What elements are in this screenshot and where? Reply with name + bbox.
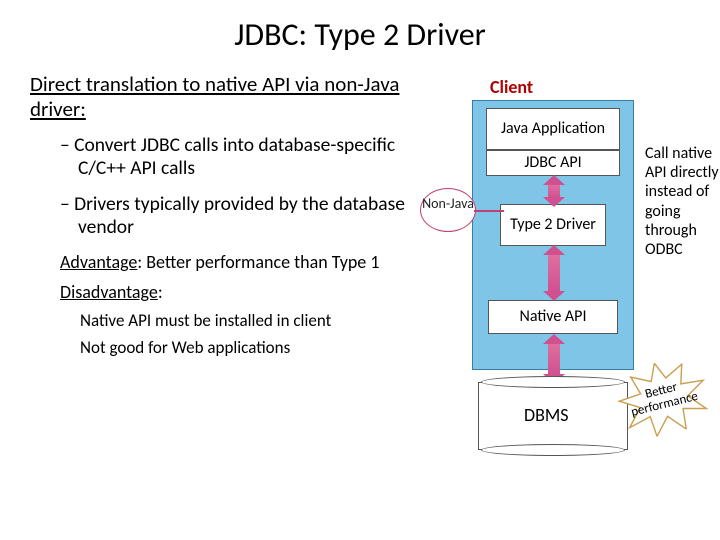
dbms-label: DBMS <box>524 404 569 426</box>
advantage-text: : Better performance than Type 1 <box>137 251 379 273</box>
slide-title: JDBC: Type 2 Driver <box>30 15 690 54</box>
type2-driver-box: Type 2 Driver <box>500 204 606 246</box>
bullet-2: Drivers typically provided by the databa… <box>60 193 410 238</box>
jdbc-api-box: JDBC API <box>486 150 620 176</box>
arrow-icon <box>548 184 560 198</box>
native-api-box: Native API <box>488 300 618 334</box>
advantage-label: Advantage <box>60 251 137 273</box>
disadvantage: Disadvantage: <box>60 282 410 304</box>
cylinder-top-icon <box>481 376 625 388</box>
cylinder-bottom-icon <box>481 444 625 456</box>
subtitle: Direct translation to native API via non… <box>30 72 410 122</box>
client-label: Client <box>490 76 533 98</box>
advantage: Advantage: Better performance than Type … <box>60 252 410 274</box>
arrow-icon <box>548 343 560 375</box>
starburst-callout: Better performance <box>619 363 707 432</box>
disadvantage-colon: : <box>158 281 163 303</box>
disadvantage-item-2: Not good for Web applications <box>80 338 410 358</box>
non-java-callout: Non-Java <box>420 188 476 232</box>
content-area: Direct translation to native API via non… <box>30 72 690 364</box>
diagram: Client Java Application JDBC API Type 2 … <box>420 72 690 364</box>
connector-line-icon <box>474 210 504 212</box>
side-note: Call native API directly instead of goin… <box>645 144 720 259</box>
bullet-1: Convert JDBC calls into database-specifi… <box>60 134 410 179</box>
left-column: Direct translation to native API via non… <box>30 72 410 364</box>
disadvantage-label: Disadvantage <box>60 281 158 303</box>
disadvantage-item-1: Native API must be installed in client <box>80 311 410 331</box>
arrow-icon <box>548 254 560 292</box>
java-application-box: Java Application <box>486 108 620 150</box>
